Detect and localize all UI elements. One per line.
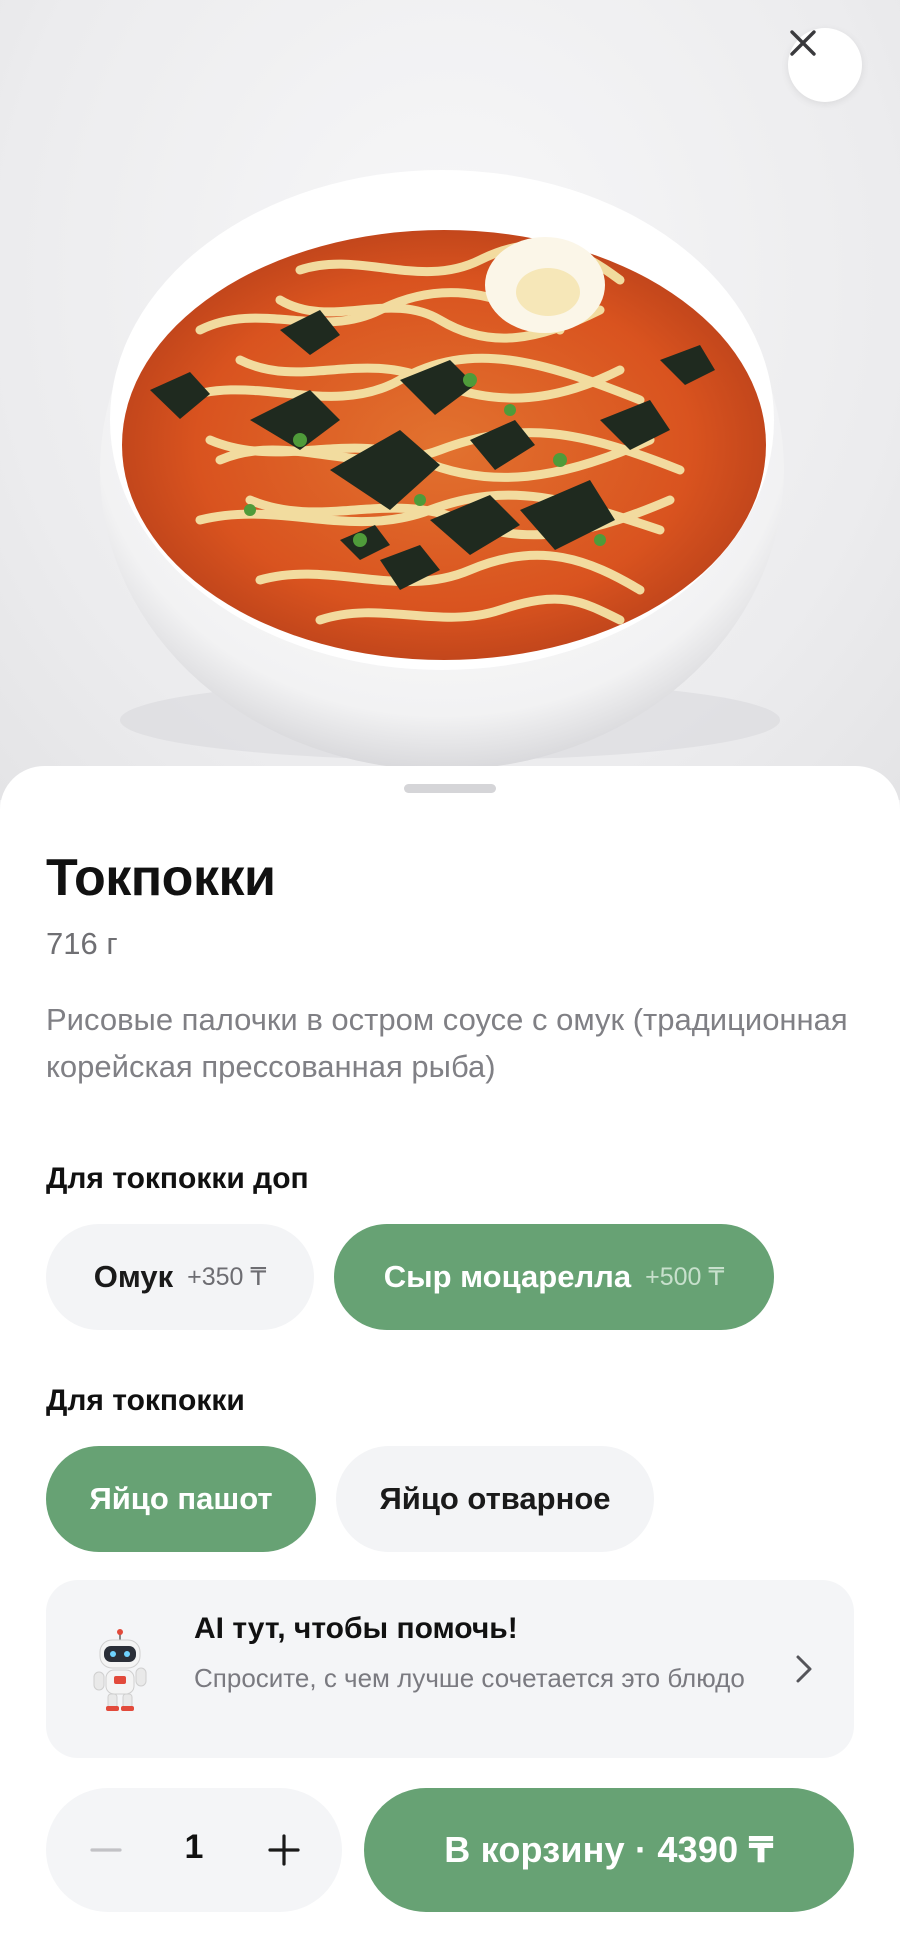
dish-illustration [100,170,784,770]
product-description: Рисовые палочки в остром соусе с омук (т… [46,1002,848,1084]
option-chip-omuk[interactable]: Омук +350 ₸ [46,1224,314,1330]
quantity-value: 1 [184,1828,204,1866]
sheet-grabber[interactable] [404,784,496,793]
plus-icon [268,1834,300,1866]
increase-button[interactable] [254,1820,314,1880]
option-chip-poached-egg[interactable]: Яйцо пашот [46,1446,316,1552]
robot-mascot-icon [93,1629,147,1711]
option-label: Омук [93,1259,174,1294]
close-button[interactable] [788,28,862,102]
option-label: Яйцо отварное [379,1481,611,1516]
quantity-stepper: 1 [46,1788,342,1912]
product-weight: 716 г [46,926,118,961]
minus-icon [90,1848,122,1852]
product-title: Токпокки [46,849,276,907]
add-to-cart-button[interactable]: В корзину · 4390 ₸ [364,1788,854,1912]
option-chip-boiled-egg[interactable]: Яйцо отварное [336,1446,654,1552]
option-label: Сыр моцарелла [383,1259,632,1294]
chevron-right-icon [796,1655,812,1683]
ai-helper-subtitle: Спросите, с чем лучше сочетается это блю… [194,1663,745,1693]
option-group-title-extra: Для токпокки доп [46,1162,309,1195]
option-label: Яйцо пашот [89,1481,273,1516]
ai-helper-title: AI тут, чтобы помочь! [194,1612,518,1645]
option-price: +350 ₸ [187,1263,267,1291]
option-price: +500 ₸ [645,1263,725,1291]
product-image [0,0,900,800]
close-icon [790,30,816,56]
decrease-button[interactable] [76,1820,136,1880]
option-chip-mozzarella[interactable]: Сыр моцарелла +500 ₸ [334,1224,774,1330]
option-group-title-egg: Для токпокки [46,1384,245,1417]
ai-helper-card[interactable]: AI тут, чтобы помочь! Спросите, с чем лу… [46,1580,854,1758]
product-sheet: Токпокки 716 г Рисовые палочки в остром … [0,766,900,1948]
